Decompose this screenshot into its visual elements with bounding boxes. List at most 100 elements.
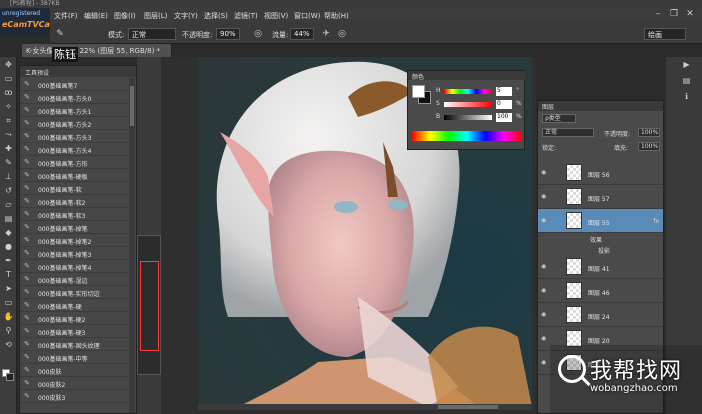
menu-edit[interactable]: 编辑(E)	[84, 11, 108, 21]
blur-tool-icon[interactable]: ◆	[2, 227, 15, 239]
document-tab[interactable]: K-女头像.psd @ 22% (图层 55, RGB/8) *	[22, 44, 172, 57]
eye-icon[interactable]: ◉	[541, 217, 546, 224]
brush-preset-item[interactable]: ✎ 000基础画笔-湿边	[20, 273, 130, 286]
brush-preset-item[interactable]: ✎ 000基础画笔-掉笔2	[20, 234, 130, 247]
brush-preset-item[interactable]: ✎ 000基础画笔-方头3	[20, 130, 130, 143]
menu-window[interactable]: 窗口(W)	[294, 11, 320, 21]
minimize-icon[interactable]: –	[652, 9, 664, 20]
pen-tool-icon[interactable]: ✒	[2, 255, 15, 267]
background-color-swatch[interactable]	[6, 373, 14, 381]
brush-preset-item[interactable]: ✎ 000基础画笔-方头1	[20, 104, 130, 117]
brush-preset-item[interactable]: ✎ 000基础画笔-软3	[20, 208, 130, 221]
eye-icon[interactable]: ◉	[541, 311, 546, 318]
menu-help[interactable]: 帮助(H)	[324, 11, 349, 21]
dodge-tool-icon[interactable]: ●	[2, 241, 15, 253]
magic-wand-tool-icon[interactable]: ✧	[2, 101, 15, 113]
layer-kind-filter[interactable]: ρ类型	[542, 114, 576, 123]
brush-preset-item[interactable]: ✎ 000基础画笔7	[20, 78, 130, 91]
color-panel-fg-swatch[interactable]	[412, 85, 425, 98]
hand-tool-icon[interactable]: ✋	[2, 311, 15, 323]
layer-row-selected[interactable]: ◉ 图层 55 fx	[538, 209, 663, 233]
workspace-select[interactable]: 绘画	[644, 28, 686, 40]
eyedropper-tool-icon[interactable]: ⤳	[2, 129, 15, 141]
brush-preset-item[interactable]: ✎ 000基础画笔-软	[20, 182, 130, 195]
eye-icon[interactable]: ◉	[541, 169, 546, 176]
zoom-tool-icon[interactable]: ⚲	[2, 325, 15, 337]
eye-icon[interactable]: ◉	[541, 263, 546, 270]
brush-preset-item[interactable]: ✎ 000皮肤2	[20, 377, 130, 390]
rotate-view-tool-icon[interactable]: ⟲	[2, 339, 15, 351]
navigator-view-box[interactable]	[140, 261, 159, 351]
stamp-tool-icon[interactable]: ⊥	[2, 171, 15, 183]
opacity-input[interactable]: 90%	[216, 28, 240, 40]
brush-preset-item[interactable]: ✎ 000基础画笔-掉笔4	[20, 260, 130, 273]
shape-tool-icon[interactable]: ▭	[2, 297, 15, 309]
brush-preset-item[interactable]: ✎ 000基础画笔-掉笔	[20, 221, 130, 234]
menu-image[interactable]: 图像(I)	[114, 11, 136, 21]
brush-preset-item[interactable]: ✎ 000基础画笔-方头0	[20, 91, 130, 104]
effects-row[interactable]: 效果	[538, 233, 663, 244]
menu-type[interactable]: 文字(Y)	[174, 11, 198, 21]
brush-preset-item[interactable]: ✎ 000皮肤	[20, 364, 130, 377]
canvas-scroll-thumb[interactable]	[438, 405, 498, 409]
move-tool-icon[interactable]: ✥	[2, 59, 15, 71]
eye-icon[interactable]: ◉	[541, 335, 546, 342]
menu-select[interactable]: 选择(S)	[204, 11, 228, 21]
mode-select[interactable]: 正常	[128, 28, 176, 40]
layer-row[interactable]: ◉ 图层 41	[538, 255, 663, 279]
brush-preset-item[interactable]: ✎ 000基础画笔-方头2	[20, 117, 130, 130]
brush-preset-item[interactable]: ✎ 000基础画笔-软2	[20, 195, 130, 208]
info-icon[interactable]: ℹ	[680, 91, 693, 103]
brush-presets-scroll-thumb[interactable]	[130, 86, 134, 126]
brush-preset-item[interactable]: ✎ 000基础画笔-中等	[20, 351, 130, 364]
pressure-opacity-icon[interactable]: ◎	[252, 28, 264, 40]
play-icon[interactable]: ▶	[680, 59, 693, 71]
eye-icon[interactable]: ◉	[541, 359, 546, 366]
saturation-slider[interactable]: S 0 %	[436, 100, 524, 110]
navigator-panel[interactable]	[137, 235, 161, 375]
brush-presets-scrollbar[interactable]	[129, 78, 135, 413]
brush-preset-item[interactable]: ✎ 000皮肤3	[20, 390, 130, 403]
layer-row[interactable]: ◉ 图层 46	[538, 279, 663, 303]
brush-preset-item[interactable]: ✎ 000基础画笔-硬3	[20, 325, 130, 338]
brush-preset-item[interactable]: ✎ 000基础画笔-硬	[20, 299, 130, 312]
drop-shadow-row[interactable]: 投影	[538, 244, 663, 255]
menu-layer[interactable]: 图层(L)	[144, 11, 167, 21]
layer-row[interactable]: ◉ 图层 24	[538, 303, 663, 327]
layer-row[interactable]: ◉ 图层 56	[538, 161, 663, 185]
lasso-tool-icon[interactable]: ꝏ	[2, 87, 15, 99]
eye-icon[interactable]: ◉	[541, 193, 546, 200]
menu-file[interactable]: 文件(F)	[54, 11, 78, 21]
close-icon[interactable]: ✕	[684, 9, 696, 20]
brightness-input[interactable]: 100	[496, 113, 512, 122]
saturation-input[interactable]: 0	[496, 100, 512, 109]
healing-tool-icon[interactable]: ✚	[2, 143, 15, 155]
crop-tool-icon[interactable]: ⌗	[2, 115, 15, 127]
hue-bar[interactable]	[444, 89, 492, 94]
brush-preset-item[interactable]: ✎ 000基础画笔-实形切边	[20, 286, 130, 299]
gradient-tool-icon[interactable]: ▤	[2, 213, 15, 225]
brush-preset-item[interactable]: ✎ 000基础画笔-硬2	[20, 312, 130, 325]
brightness-bar[interactable]	[444, 115, 492, 120]
restore-icon[interactable]: ❐	[668, 9, 680, 20]
eraser-tool-icon[interactable]: ▱	[2, 199, 15, 211]
layer-opacity-input[interactable]: 100%	[638, 128, 660, 137]
brush-preset-item[interactable]: ✎ 000基础画笔-硬板	[20, 169, 130, 182]
brush-preset-icon[interactable]: ✎	[54, 28, 66, 40]
brush-preset-item[interactable]: ✎ 000基础画笔-方形	[20, 156, 130, 169]
blend-mode-select[interactable]: 正常	[542, 128, 594, 137]
fx-badge[interactable]: fx	[653, 218, 659, 225]
flow-input[interactable]: 44%	[290, 28, 314, 40]
color-spectrum-bar[interactable]	[412, 131, 522, 141]
marquee-tool-icon[interactable]: ▭	[2, 73, 15, 85]
hue-input[interactable]: 5	[496, 87, 512, 96]
brightness-slider[interactable]: B 100 %	[436, 113, 524, 123]
saturation-bar[interactable]	[444, 102, 492, 107]
type-tool-icon[interactable]: T	[2, 269, 15, 281]
menu-view[interactable]: 视图(V)	[264, 11, 288, 21]
airbrush-icon[interactable]: ✈	[320, 28, 332, 40]
menu-filter[interactable]: 滤镜(T)	[234, 11, 258, 21]
canvas-horizontal-scrollbar[interactable]	[198, 404, 532, 410]
hue-slider[interactable]: H 5 °	[436, 87, 524, 97]
history-brush-tool-icon[interactable]: ↺	[2, 185, 15, 197]
